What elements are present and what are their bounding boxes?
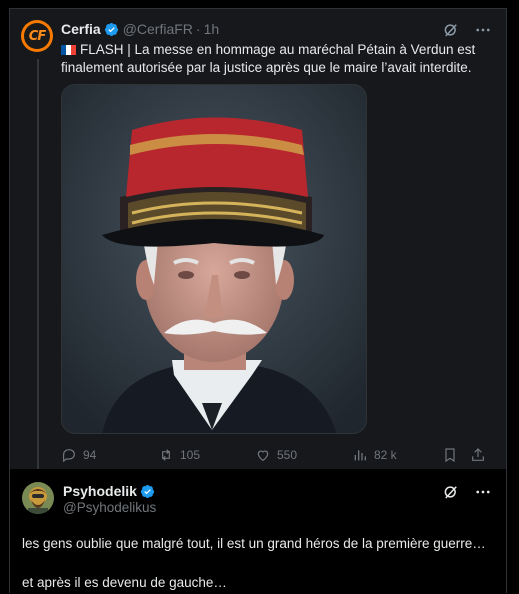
- tweet-photo[interactable]: [61, 84, 367, 434]
- tweet-header: Psyhodelik @Psyhodelikus: [63, 483, 159, 515]
- author-handle[interactable]: @Psyhodelikus: [63, 500, 159, 515]
- like-button[interactable]: 550: [255, 447, 352, 463]
- timeline: CF Cerfia @CerfiaFR · 1h FLASH | La mess…: [9, 8, 507, 593]
- avatar-image: [22, 482, 54, 514]
- share-icon: [472, 448, 484, 461]
- tweet-actions: 94 105 550 82 k: [61, 445, 496, 465]
- share-button[interactable]: [470, 447, 486, 463]
- avatar-logo: CF: [24, 23, 50, 49]
- author-name[interactable]: Cerfia: [61, 21, 101, 37]
- tweet-cerfia[interactable]: CF Cerfia @CerfiaFR · 1h FLASH | La mess…: [10, 9, 506, 469]
- tweet-top-actions: [442, 21, 492, 39]
- repost-button[interactable]: 105: [158, 447, 255, 463]
- author-handle[interactable]: @CerfiaFR: [123, 21, 193, 37]
- tweet-text-line: les gens oublie que malgré tout, il est …: [22, 536, 486, 551]
- tweet-text-line: et après il es devenu de gauche…: [22, 575, 227, 590]
- views-button[interactable]: 82 k: [352, 447, 442, 463]
- timestamp[interactable]: 1h: [204, 21, 220, 37]
- bookmark-icon: [445, 448, 455, 463]
- author-name[interactable]: Psyhodelik: [63, 483, 137, 499]
- grok-icon[interactable]: [442, 483, 460, 501]
- france-flag-icon: [61, 45, 76, 55]
- verified-badge-icon: [140, 484, 154, 498]
- verified-badge-icon: [104, 22, 118, 36]
- tweet-text: les gens oublie que malgré tout, il est …: [22, 534, 497, 593]
- avatar[interactable]: CF: [21, 20, 53, 52]
- grok-icon[interactable]: [442, 21, 460, 39]
- thread-line: [37, 59, 39, 469]
- like-count: 550: [277, 448, 298, 462]
- views-icon: [354, 450, 366, 461]
- repost-icon: [162, 449, 170, 461]
- tweet-text: FLASH | La messe en hommage au maréchal …: [61, 41, 491, 77]
- tweet-text-body: FLASH | La messe en hommage au maréchal …: [61, 42, 476, 75]
- bookmark-button[interactable]: [442, 447, 470, 463]
- avatar[interactable]: [22, 482, 54, 514]
- more-icon[interactable]: [474, 483, 492, 501]
- reply-button[interactable]: 94: [61, 447, 158, 463]
- tweet-top-actions: [442, 483, 492, 501]
- reply-count: 94: [83, 448, 97, 462]
- portrait-image: [62, 85, 366, 433]
- reply-icon: [62, 449, 75, 463]
- separator: ·: [195, 21, 201, 37]
- tweet-psyhodelik[interactable]: Psyhodelik @Psyhodelikus les gens oublie…: [10, 471, 506, 594]
- view-count: 82 k: [374, 448, 397, 462]
- tweet-header: Cerfia @CerfiaFR · 1h: [61, 21, 219, 37]
- repost-count: 105: [180, 448, 201, 462]
- more-icon[interactable]: [474, 21, 492, 39]
- like-icon: [257, 450, 269, 462]
